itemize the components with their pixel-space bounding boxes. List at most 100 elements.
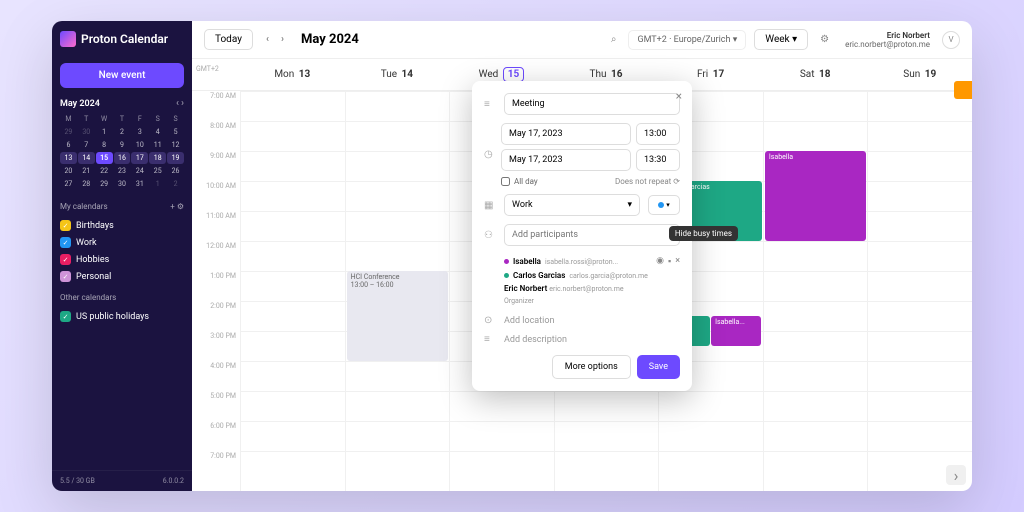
calendar-checkbox[interactable]: ✓ xyxy=(60,220,71,231)
mini-day[interactable]: 2 xyxy=(114,126,131,138)
calendar-settings-icon[interactable]: ⚙ xyxy=(177,202,184,211)
color-select[interactable]: ▾ xyxy=(648,195,680,215)
calendar-icon: ▦ xyxy=(484,200,496,211)
people-icon: ⚇ xyxy=(484,230,496,241)
mini-day[interactable]: 8 xyxy=(96,139,113,151)
mini-day[interactable]: 6 xyxy=(60,139,77,151)
mini-day[interactable]: 27 xyxy=(60,178,77,190)
version: 6.0.0.2 xyxy=(163,477,184,485)
all-day-checkbox[interactable]: All day xyxy=(501,177,538,186)
start-date-input[interactable] xyxy=(501,123,631,145)
mini-day[interactable]: 9 xyxy=(114,139,131,151)
calendar-checkbox[interactable]: ✓ xyxy=(60,311,71,322)
add-calendar-icon[interactable]: + xyxy=(170,202,175,211)
mini-day[interactable]: 19 xyxy=(167,152,184,164)
eye-icon[interactable]: ◉ xyxy=(656,256,664,267)
repeat-select[interactable]: Does not repeat ⟳ xyxy=(615,177,680,186)
busy-tooltip: Hide busy times xyxy=(669,226,738,241)
mini-day[interactable]: 15 xyxy=(96,152,113,164)
event-hci[interactable]: HCI Conference 13:00 – 16:00 xyxy=(347,271,449,361)
view-select[interactable]: Week ▾ xyxy=(754,29,808,50)
clock-icon: ◷ xyxy=(484,149,493,160)
participant-dot xyxy=(504,273,509,278)
prev-week-icon[interactable]: ‹ xyxy=(261,31,274,48)
description-icon: ≡ xyxy=(484,334,496,345)
contact-icon[interactable]: ▪ xyxy=(668,256,671,267)
add-location[interactable]: Add location xyxy=(504,316,554,326)
mini-day[interactable]: 14 xyxy=(78,152,95,164)
new-event-button[interactable]: New event xyxy=(60,63,184,88)
user-name: Eric Norbert xyxy=(845,31,930,40)
mini-day[interactable]: 24 xyxy=(131,165,148,177)
day-header[interactable]: Mon 13 xyxy=(240,59,345,90)
mini-day[interactable]: 10 xyxy=(131,139,148,151)
my-calendars-label[interactable]: My calendars xyxy=(60,202,108,211)
mini-day[interactable]: 16 xyxy=(114,152,131,164)
calendar-item[interactable]: ✓Birthdays xyxy=(60,217,184,234)
mini-day[interactable]: 29 xyxy=(96,178,113,190)
mini-day[interactable]: 26 xyxy=(167,165,184,177)
remove-icon[interactable]: × xyxy=(675,256,680,267)
end-time-input[interactable] xyxy=(636,149,680,171)
mini-day[interactable]: 11 xyxy=(149,139,166,151)
add-description[interactable]: Add description xyxy=(504,335,567,345)
location-icon: ⊙ xyxy=(484,315,496,326)
mini-day[interactable]: 2 xyxy=(167,178,184,190)
settings-icon[interactable]: ⚙ xyxy=(816,32,833,47)
mini-day[interactable]: 29 xyxy=(60,126,77,138)
close-icon[interactable]: × xyxy=(676,89,682,103)
next-week-icon[interactable]: › xyxy=(276,31,289,48)
other-calendars-label[interactable]: Other calendars xyxy=(60,293,116,302)
participants-input[interactable] xyxy=(504,224,680,246)
mini-day[interactable]: 7 xyxy=(78,139,95,151)
calendar-item[interactable]: ✓US public holidays xyxy=(60,308,184,325)
mini-day[interactable]: 25 xyxy=(149,165,166,177)
calendar-item[interactable]: ✓Hobbies xyxy=(60,251,184,268)
logo[interactable]: Proton Calendar xyxy=(52,21,192,57)
side-pin-icon[interactable] xyxy=(954,81,972,99)
title-icon: ≡ xyxy=(484,99,496,110)
mini-day[interactable]: 12 xyxy=(167,139,184,151)
mini-prev-icon[interactable]: ‹ xyxy=(176,98,179,109)
calendar-select[interactable]: Work▾ xyxy=(504,194,640,216)
forward-icon[interactable]: › xyxy=(946,465,966,485)
save-button[interactable]: Save xyxy=(637,355,680,379)
mini-day[interactable]: 23 xyxy=(114,165,131,177)
participant-dot xyxy=(504,259,509,264)
mini-day[interactable]: 17 xyxy=(131,152,148,164)
mini-day[interactable]: 31 xyxy=(131,178,148,190)
mini-day[interactable]: 4 xyxy=(149,126,166,138)
search-icon[interactable]: ⌕ xyxy=(607,32,621,47)
day-header[interactable]: Tue 14 xyxy=(345,59,450,90)
mini-day[interactable]: 20 xyxy=(60,165,77,177)
mini-day[interactable]: 28 xyxy=(78,178,95,190)
mini-day[interactable]: 18 xyxy=(149,152,166,164)
gutter-tz: GMT+2 xyxy=(192,59,240,90)
mini-day[interactable]: 22 xyxy=(96,165,113,177)
mini-day[interactable]: 13 xyxy=(60,152,77,164)
avatar[interactable]: V xyxy=(942,31,960,49)
mini-day[interactable]: 30 xyxy=(114,178,131,190)
mini-day[interactable]: 30 xyxy=(78,126,95,138)
calendar-item[interactable]: ✓Personal xyxy=(60,268,184,285)
event-title-input[interactable] xyxy=(504,93,680,115)
mini-day[interactable]: 3 xyxy=(131,126,148,138)
mini-day[interactable]: 21 xyxy=(78,165,95,177)
day-header[interactable]: Sat 18 xyxy=(763,59,868,90)
today-button[interactable]: Today xyxy=(204,29,253,50)
calendar-item[interactable]: ✓Work xyxy=(60,234,184,251)
event-isabella3[interactable]: Isabella... xyxy=(711,316,761,346)
calendar-checkbox[interactable]: ✓ xyxy=(60,254,71,265)
mini-day[interactable]: 1 xyxy=(149,178,166,190)
calendar-checkbox[interactable]: ✓ xyxy=(60,237,71,248)
storage-text: 5.5 / 30 GB xyxy=(60,477,95,485)
end-date-input[interactable] xyxy=(501,149,631,171)
more-options-button[interactable]: More options xyxy=(552,355,631,379)
mini-day[interactable]: 5 xyxy=(167,126,184,138)
start-time-input[interactable] xyxy=(636,123,680,145)
mini-day[interactable]: 1 xyxy=(96,126,113,138)
calendar-checkbox[interactable]: ✓ xyxy=(60,271,71,282)
mini-next-icon[interactable]: › xyxy=(181,98,184,109)
timezone-select[interactable]: GMT+2 · Europe/Zurich ▾ xyxy=(628,30,746,50)
event-isabella-sat[interactable]: Isabella xyxy=(765,151,867,241)
